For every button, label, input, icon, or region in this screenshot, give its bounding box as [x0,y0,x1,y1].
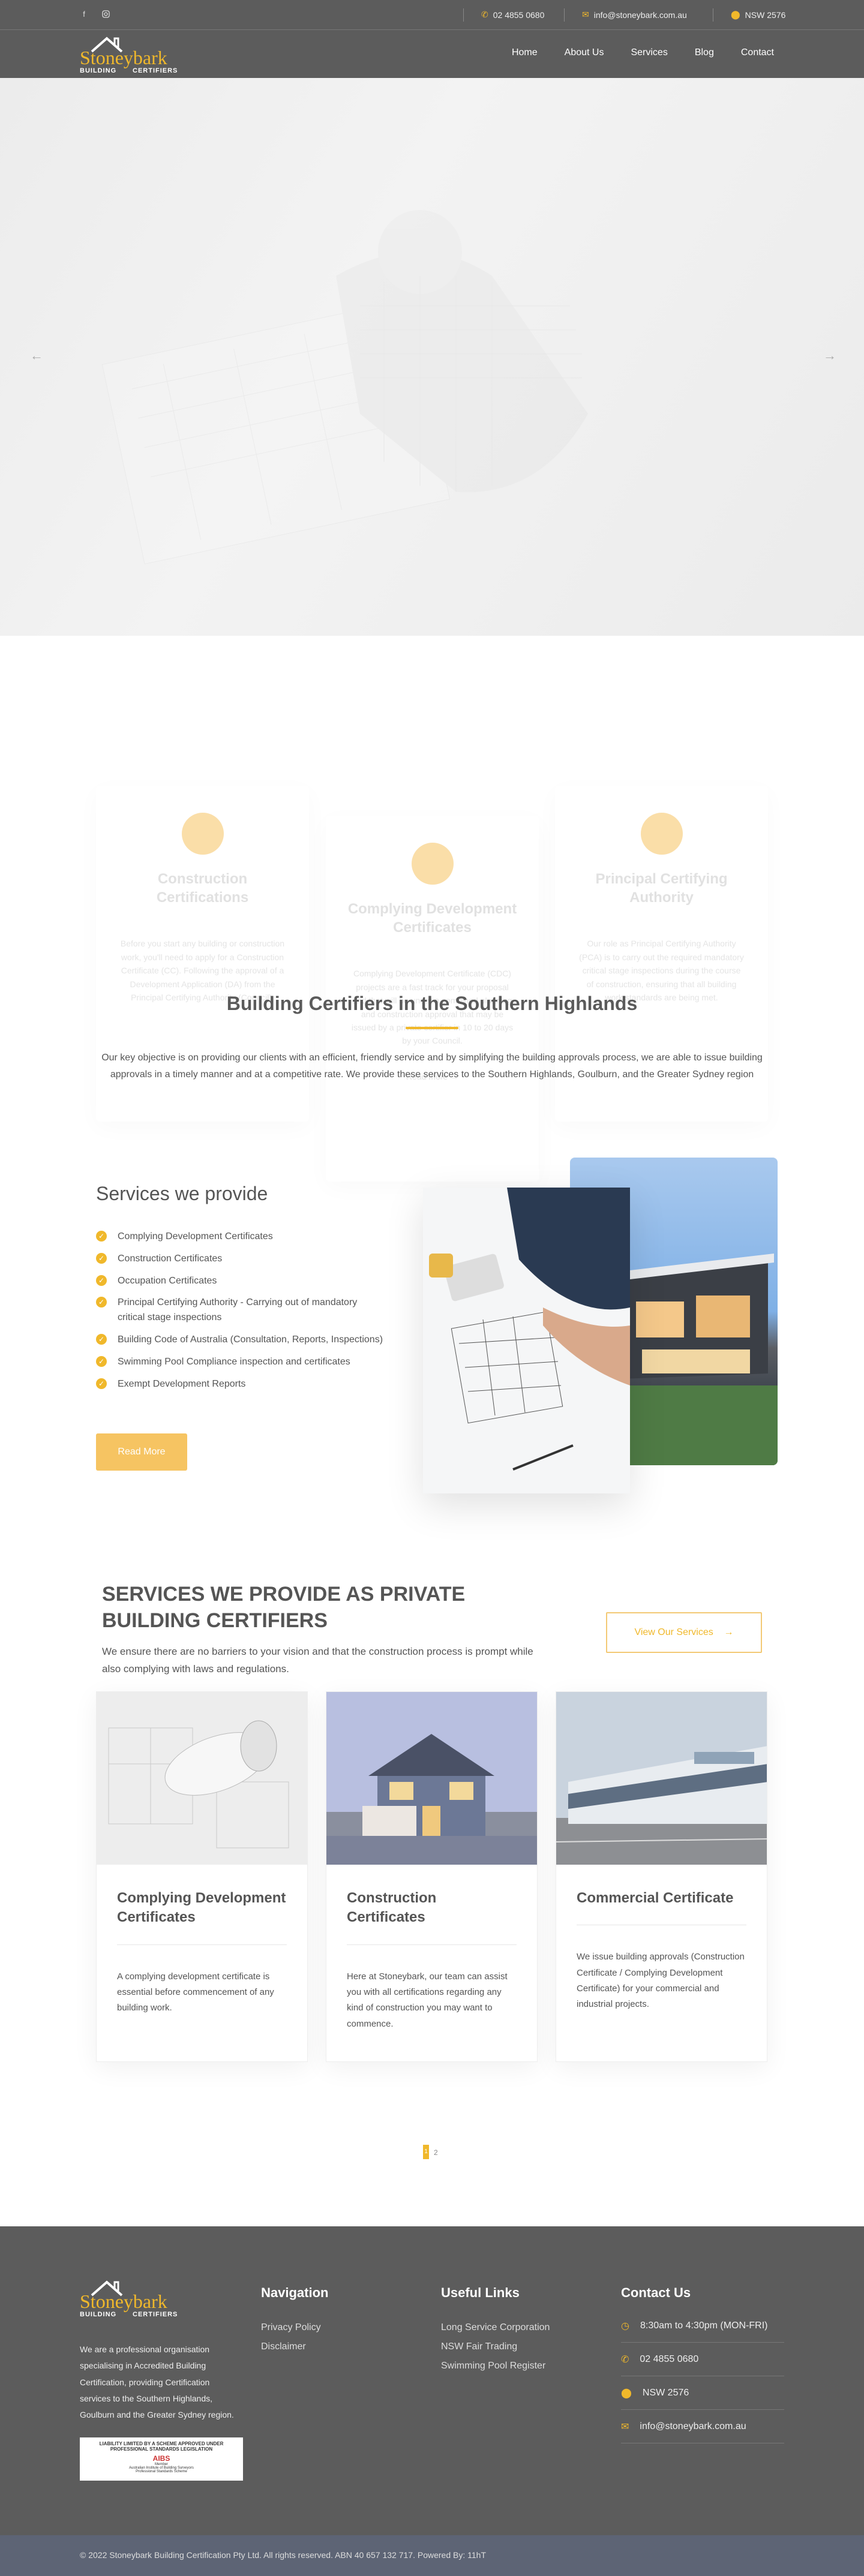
main-nav: Home About Us Services Blog Contact [512,47,774,58]
commercial-building-image [556,1692,767,1865]
list-item: ✓ Construction Certificates [96,1252,384,1267]
nav-blog[interactable]: Blog [695,47,714,58]
footer-contact-title: Contact Us [621,2285,691,2300]
footer-useful-title: Useful Links [441,2285,520,2300]
check-icon: ✓ [96,1378,107,1389]
check-icon: ✓ [96,1231,107,1242]
divider [463,8,464,22]
clock-icon: ◷ [621,2320,629,2331]
divider [117,1944,287,1945]
site-logo[interactable]: Stoneybark BUILDING CERTIFIERS [80,35,188,74]
nav-home[interactable]: Home [512,47,538,58]
pool-register-link[interactable]: Swimming Pool Register [441,2361,545,2371]
social-links: f [80,10,110,19]
check-icon: ✓ [96,1252,107,1264]
contact-list: ◷ 8:30am to 4:30pm (MON-FRI) ✆ 02 4855 068… [621,2309,784,2443]
check-icon: ✓ [96,1275,107,1286]
contact-phone[interactable]: ✆ 02 4855 0680 [621,2343,784,2376]
arrow-right-icon: → [724,1627,734,1637]
divider [564,8,565,22]
intro-text: Our key objective is on providing our cl… [101,1053,763,1080]
pager-page-2[interactable]: 2 [434,2148,438,2157]
privacy-policy-link[interactable]: Privacy Policy [261,2322,321,2333]
intro-title: Building Certifiers in the Southern High… [226,993,638,1014]
phone-icon: ✆ [481,10,488,19]
list-item: ✓ Occupation Certificates [96,1274,384,1289]
services-title: Services we provide [96,1183,268,1204]
view-our-services-button[interactable]: View Our Services → [606,1612,762,1653]
contact-email[interactable]: ✉ info@stoneybark.com.au [621,2410,784,2443]
check-icon: ✓ [96,1333,107,1345]
copyright-bar: © 2022 Stoneybark Building Certification… [0,2535,864,2576]
check-icon: ✓ [96,1355,107,1367]
envelope-icon: ✉ [582,10,589,19]
aibs-badge: LIABILITY LIMITED BY A SCHEME APPROVED U… [80,2437,243,2481]
hero-prev-arrow[interactable]: ← [30,348,43,363]
list-item: ✓ Principal Certifying Authority - Carryi… [96,1295,384,1325]
instagram-icon[interactable] [101,10,110,19]
contact-hours: ◷ 8:30am to 4:30pm (MON-FRI) [621,2309,784,2343]
services-list: ✓ Complying Development Certificates ✓ Con… [96,1230,384,1399]
contact-location: ⬤ NSW 2576 [621,2376,784,2410]
list-item: ✓ Swimming Pool Compliance inspection and… [96,1355,384,1370]
copyright-text: © 2022 Stoneybark Building Certification… [80,2550,486,2560]
hero-image [101,210,588,564]
map-pin-icon: ⬤ [731,10,740,19]
service-icon [640,813,683,855]
check-icon: ✓ [96,1297,107,1308]
list-item: ✓ Building Code of Australia (Consultatio… [96,1333,384,1348]
topbar-email[interactable]: ✉ info@stoneybark.com.au [582,10,687,20]
list-item: ✓ Exempt Development Reports [96,1377,384,1392]
top-bar: f ✆ 02 4855 0680 ✉ info@stoneybark.com.a… [0,0,864,30]
private-certifiers-title: SERVICES WE PROVIDE AS PRIVATE BUILDING … [102,1583,466,1633]
service-card[interactable]: Construction Certificates Here at Stoney… [326,1691,538,2062]
house-image [326,1692,537,1865]
title-underline [406,1027,458,1029]
topbar-location: ⬤ NSW 2576 [731,10,786,20]
nav-about-us[interactable]: About Us [565,47,604,58]
list-item: ✓ Complying Development Certificates [96,1230,384,1245]
divider [347,1944,517,1945]
pager-page-1[interactable]: 1 [423,2147,429,2157]
footer: Stoneybark BUILDING CERTIFIERS We are a … [0,2226,864,2535]
topbar-phone[interactable]: ✆ 02 4855 0680 [481,10,544,20]
nav-contact[interactable]: Contact [741,47,774,58]
read-more-button[interactable]: Read More [96,1433,187,1471]
private-certifiers-text: We ensure there are no barriers to your … [102,1646,533,1675]
plans-image [97,1692,307,1865]
envelope-icon: ✉ [621,2421,629,2432]
blueprint-image [423,1188,630,1493]
footer-nav-title: Navigation [261,2285,329,2300]
nav-services[interactable]: Services [631,47,667,58]
disclaimer-link[interactable]: Disclaimer [261,2341,306,2352]
long-service-link[interactable]: Long Service Corporation [441,2322,550,2333]
hero-slider: ← → [0,78,864,636]
facebook-icon[interactable]: f [80,10,88,19]
service-icon [181,813,224,855]
service-card[interactable]: Commercial Certificate We issue building… [556,1691,767,2062]
phone-icon: ✆ [621,2354,629,2365]
footer-about: We are a professional organisation speci… [80,2344,234,2420]
hero-next-arrow[interactable]: → [823,348,836,363]
service-card[interactable]: Complying Development Certificates A com… [96,1691,308,2062]
footer-logo[interactable]: Stoneybark BUILDING CERTIFIERS [80,2280,200,2325]
map-pin-icon: ⬤ [621,2388,632,2398]
fair-trading-link[interactable]: NSW Fair Trading [441,2341,517,2352]
service-icon [411,843,454,885]
